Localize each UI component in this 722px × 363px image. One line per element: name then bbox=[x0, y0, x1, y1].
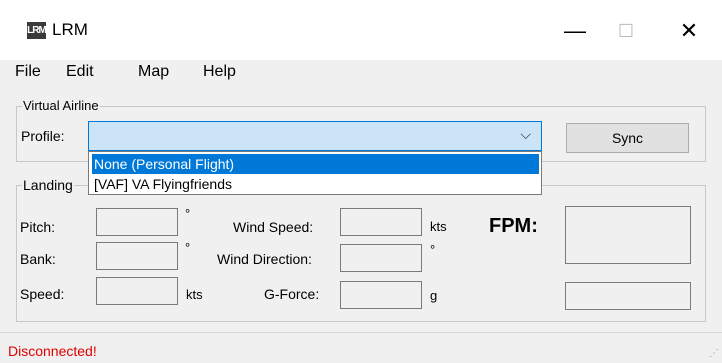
app-logo-icon: LRM bbox=[27, 22, 47, 39]
wind-speed-label: Wind Speed: bbox=[233, 219, 314, 235]
landing-label: Landing bbox=[22, 177, 74, 193]
gforce-label: G-Force: bbox=[264, 286, 320, 302]
profile-label: Profile: bbox=[21, 128, 65, 144]
close-button[interactable]: ✕ bbox=[669, 13, 709, 49]
gforce-field bbox=[340, 281, 422, 309]
bank-field bbox=[96, 242, 178, 270]
connection-status: Disconnected! bbox=[8, 343, 97, 359]
profile-dropdown-list: None (Personal Flight) [VAF] VA Flyingfr… bbox=[88, 151, 542, 195]
maximize-button[interactable]: ☐ bbox=[606, 13, 646, 49]
bank-label: Bank: bbox=[20, 251, 56, 267]
gforce-unit: g bbox=[430, 288, 438, 303]
speed-label: Speed: bbox=[20, 286, 65, 302]
menu-help[interactable]: Help bbox=[203, 63, 236, 81]
wind-direction-unit: ° bbox=[430, 242, 436, 257]
speed-field bbox=[96, 277, 178, 305]
profile-option-none[interactable]: None (Personal Flight) bbox=[92, 154, 539, 174]
resize-grip-icon[interactable]: ⋰ bbox=[709, 348, 719, 359]
fpm-label: FPM: bbox=[489, 215, 538, 237]
menu-file[interactable]: File bbox=[15, 63, 41, 81]
pitch-unit: ° bbox=[185, 206, 191, 221]
menu-map[interactable]: Map bbox=[138, 63, 169, 81]
virtual-airline-label: Virtual Airline bbox=[22, 98, 100, 113]
window-title: LRM bbox=[52, 20, 88, 39]
fpm-secondary-field bbox=[565, 282, 691, 310]
pitch-label: Pitch: bbox=[20, 219, 56, 235]
wind-direction-field bbox=[340, 244, 422, 272]
wind-direction-label: Wind Direction: bbox=[217, 251, 312, 267]
menu-edit[interactable]: Edit bbox=[66, 63, 94, 81]
wind-speed-unit: kts bbox=[430, 219, 447, 234]
bank-unit: ° bbox=[185, 240, 191, 255]
profile-combobox[interactable]: ⌵ bbox=[88, 121, 542, 151]
chevron-down-icon[interactable]: ⌵ bbox=[520, 126, 531, 143]
fpm-field bbox=[565, 206, 691, 264]
sync-button[interactable]: Sync bbox=[566, 123, 689, 153]
speed-unit: kts bbox=[186, 287, 203, 302]
pitch-field bbox=[96, 208, 178, 236]
wind-speed-field bbox=[340, 208, 422, 236]
minimize-button[interactable]: — bbox=[555, 13, 595, 49]
menu-bar bbox=[0, 60, 722, 87]
profile-option-vaf[interactable]: [VAF] VA Flyingfriends bbox=[92, 174, 539, 194]
status-bar bbox=[0, 332, 722, 363]
